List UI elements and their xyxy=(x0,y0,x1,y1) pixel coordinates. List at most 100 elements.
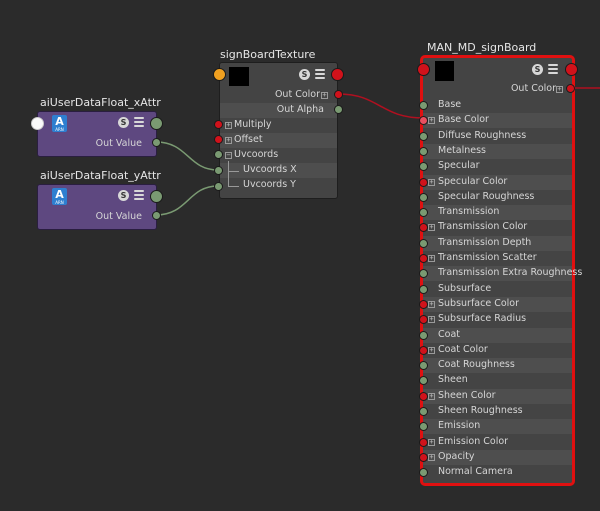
row-label: Offset xyxy=(234,134,263,145)
material-row-emission-color[interactable]: + Emission Color xyxy=(423,435,572,450)
s-icon[interactable]: S xyxy=(299,69,310,80)
material-port-specular-roughness[interactable] xyxy=(419,192,428,202)
material-row-transmission[interactable]: Transmission xyxy=(423,205,572,221)
material-row-transmission-depth[interactable]: Transmission Depth xyxy=(423,235,572,251)
material-out-color-port[interactable] xyxy=(566,84,575,93)
s-icon[interactable]: S xyxy=(118,117,129,128)
list-icon[interactable] xyxy=(134,117,144,127)
yattr-node[interactable]: A ARN S Out Value xyxy=(37,184,157,230)
material-port-opacity[interactable] xyxy=(419,452,428,462)
expand-icon[interactable]: + xyxy=(428,178,435,186)
expand-icon[interactable]: + xyxy=(428,438,435,446)
material-port-coat-color[interactable] xyxy=(419,345,428,355)
material-port-subsurface-color[interactable] xyxy=(419,299,428,309)
texture-row-multiply[interactable]: + Multiply xyxy=(220,118,337,133)
texture-row-out-alpha[interactable]: Out Alpha xyxy=(220,103,337,118)
material-input-port[interactable] xyxy=(417,63,430,76)
material-port-base[interactable] xyxy=(419,101,428,110)
list-icon[interactable] xyxy=(315,69,325,79)
row-label: Metalness xyxy=(438,144,486,156)
collapse-icon[interactable]: − xyxy=(225,152,232,159)
expand-icon[interactable]: + xyxy=(225,137,232,144)
material-row-coat-color[interactable]: + Coat Color xyxy=(423,343,572,358)
xattr-node[interactable]: A ARN S Out Value xyxy=(37,111,157,157)
expand-icon[interactable]: + xyxy=(428,255,435,262)
row-label: Sheen Color xyxy=(438,389,496,401)
material-row-base-color[interactable]: + Base Color xyxy=(423,113,572,129)
material-row-coat[interactable]: Coat xyxy=(423,327,572,343)
expand-icon[interactable]: + xyxy=(428,453,435,461)
texture-out-alpha-port[interactable] xyxy=(334,105,343,114)
expand-icon[interactable]: + xyxy=(225,122,232,129)
texture-node[interactable]: S Out Color + Out Alpha + Multiply + Off… xyxy=(219,62,338,199)
texture-output-port[interactable] xyxy=(331,68,344,81)
material-row-metalness[interactable]: Metalness xyxy=(423,143,572,159)
material-row-specular-roughness[interactable]: Specular Roughness xyxy=(423,190,572,205)
material-row-transmission-scatter[interactable]: + Transmission Scatter xyxy=(423,251,572,266)
texture-uvcoords-y-port[interactable] xyxy=(214,182,223,191)
material-row-subsurface-color[interactable]: + Subsurface Color xyxy=(423,296,572,312)
material-port-transmission-depth[interactable] xyxy=(419,238,428,248)
texture-row-offset[interactable]: + Offset xyxy=(220,133,337,148)
s-icon[interactable]: S xyxy=(118,190,129,201)
material-row-coat-roughness[interactable]: Coat Roughness xyxy=(423,358,572,374)
row-label: Normal Camera xyxy=(438,466,513,478)
texture-offset-port[interactable] xyxy=(214,135,223,144)
material-port-specular-color[interactable] xyxy=(419,177,428,187)
material-port-transmission-scatter[interactable] xyxy=(419,254,428,263)
material-row-emission[interactable]: Emission xyxy=(423,419,572,435)
xattr-input-port[interactable] xyxy=(31,117,44,130)
texture-row-uvcoords-y[interactable]: Uvcoords Y xyxy=(220,170,337,193)
material-node-title: MAN_MD_signBoard xyxy=(427,41,537,54)
expand-icon[interactable]: + xyxy=(428,117,435,125)
yattr-out-value-label: Out Value xyxy=(95,211,142,222)
expand-icon[interactable]: + xyxy=(428,346,435,354)
material-port-coat[interactable] xyxy=(419,330,428,340)
expand-icon[interactable]: + xyxy=(321,92,328,99)
arnold-logo-icon: A ARN xyxy=(52,188,67,205)
material-port-sheen-roughness[interactable] xyxy=(419,407,428,416)
expand-icon[interactable]: + xyxy=(428,224,435,232)
expand-icon[interactable]: + xyxy=(428,300,435,308)
expand-icon[interactable]: + xyxy=(428,316,435,324)
material-row-specular-color[interactable]: + Specular Color xyxy=(423,174,572,190)
row-label: Uvcoords Y xyxy=(243,179,296,190)
material-node[interactable]: S Out Color + Base + Base Color Diffuse Rou… xyxy=(420,55,582,486)
material-row-opacity[interactable]: + Opacity xyxy=(423,449,572,465)
texture-out-color-port[interactable] xyxy=(334,90,343,99)
row-label: Transmission Depth xyxy=(438,236,532,248)
material-port-sheen-color[interactable] xyxy=(419,391,428,401)
material-port-emission-color[interactable] xyxy=(419,437,428,447)
material-row-specular[interactable]: Specular xyxy=(423,159,572,174)
list-icon[interactable] xyxy=(134,190,144,200)
yattr-output-port[interactable] xyxy=(150,190,163,203)
material-port-diffuse-roughness[interactable] xyxy=(419,131,428,141)
expand-icon[interactable]: + xyxy=(556,86,563,93)
material-row-normal-camera[interactable]: Normal Camera xyxy=(423,465,572,480)
row-label: Subsurface Color xyxy=(438,297,520,309)
list-icon[interactable] xyxy=(548,64,558,74)
material-row-sheen[interactable]: Sheen xyxy=(423,373,572,388)
material-row-sheen-color[interactable]: + Sheen Color xyxy=(423,388,572,404)
material-row-subsurface-radius[interactable]: + Subsurface Radius xyxy=(423,312,572,327)
material-row-transmission-color[interactable]: + Transmission Color xyxy=(423,220,572,235)
texture-uvcoords-port[interactable] xyxy=(214,150,223,159)
material-port-metalness[interactable] xyxy=(419,146,428,156)
material-row-transmission-extra-roughness[interactable]: Transmission Extra Roughness xyxy=(423,266,582,282)
material-output-port[interactable] xyxy=(565,63,578,76)
yattr-out-value-port[interactable] xyxy=(152,211,161,220)
material-row-diffuse-roughness[interactable]: Diffuse Roughness xyxy=(423,129,572,144)
material-port-subsurface[interactable] xyxy=(419,284,428,294)
texture-uvcoords-x-port[interactable] xyxy=(214,166,223,175)
texture-row-out-color[interactable]: Out Color + xyxy=(220,88,337,103)
material-row-sheen-roughness[interactable]: Sheen Roughness xyxy=(423,404,572,419)
row-label: Specular Color xyxy=(438,175,508,187)
material-row-subsurface[interactable]: Subsurface xyxy=(423,282,572,297)
expand-icon[interactable]: + xyxy=(428,392,435,400)
xattr-output-port[interactable] xyxy=(150,117,163,130)
s-icon[interactable]: S xyxy=(532,64,543,75)
xattr-out-value-port[interactable] xyxy=(152,138,161,147)
material-row-base[interactable]: Base xyxy=(423,98,572,113)
texture-input-port[interactable] xyxy=(213,68,226,81)
texture-multiply-port[interactable] xyxy=(214,120,223,129)
